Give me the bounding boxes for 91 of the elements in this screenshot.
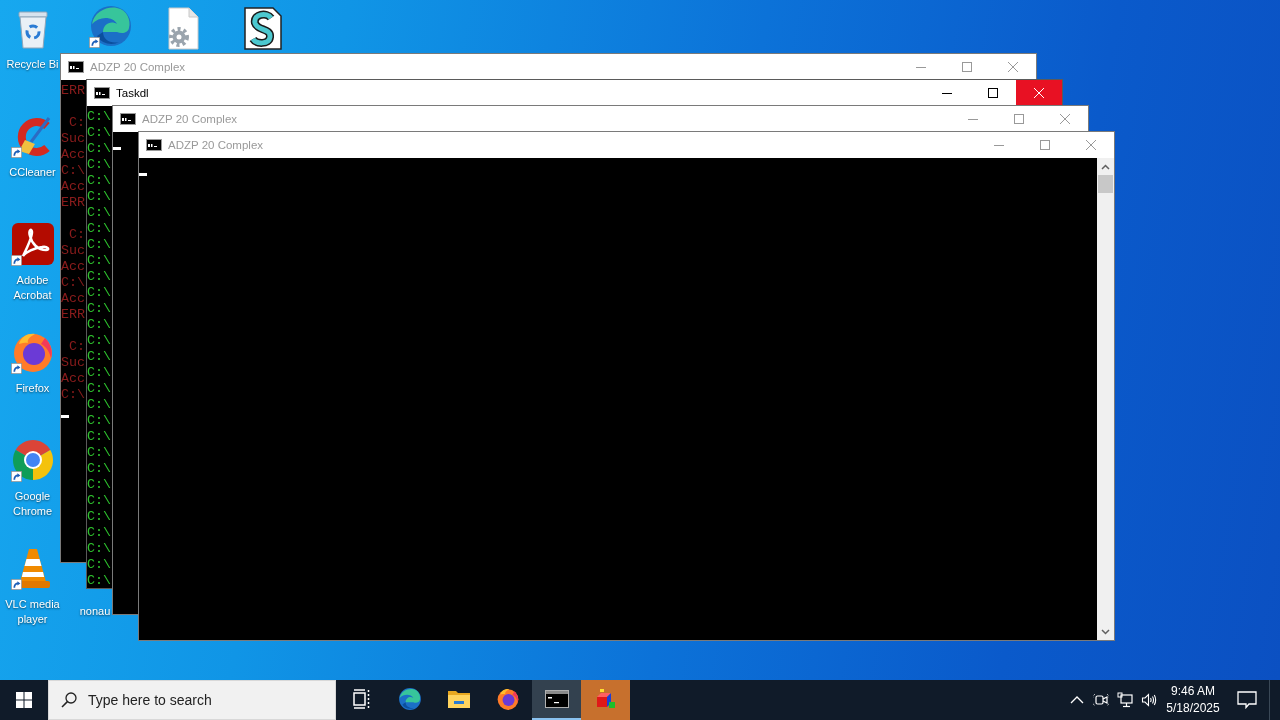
console-line: C:\ <box>61 275 85 291</box>
window-title: ADZP 20 Complex <box>168 139 264 151</box>
console-line: C:\ <box>87 189 111 205</box>
console-line: C:\ <box>87 205 111 221</box>
console-line: C:\ <box>87 157 111 173</box>
close-icon <box>1034 88 1044 98</box>
clock-date[interactable]: 5/18/2025 <box>1166 700 1220 717</box>
desktop-icon-label[interactable]: Recycle Bi <box>6 57 59 72</box>
swirl-logo-icon <box>397 687 422 711</box>
speech-bubble-icon <box>1237 691 1257 709</box>
console-line: C:\ <box>87 317 111 333</box>
swirl-logo-icon[interactable] <box>89 4 133 48</box>
terminal-icon <box>544 687 569 711</box>
terminal-icon <box>68 61 84 73</box>
desktop-icon-label[interactable]: nonau <box>79 604 111 619</box>
console-line: C:\ <box>87 381 111 397</box>
windows-logo-icon <box>16 692 32 708</box>
console-line: C:\ <box>87 573 111 589</box>
console-line: ERR <box>61 83 85 99</box>
console-line: C:\ <box>87 413 111 429</box>
search-icon <box>61 692 77 708</box>
terminal-icon <box>146 139 162 151</box>
desktop-icon-label[interactable]: Google Chrome <box>5 489 60 519</box>
network-icon <box>1117 692 1133 708</box>
acrobat-logo-icon[interactable] <box>10 222 55 266</box>
console-line: Acc <box>61 259 85 275</box>
console-line: C:\ <box>87 445 111 461</box>
console-line: Suc <box>61 355 85 371</box>
maximize-icon <box>1040 140 1050 150</box>
window-title: ADZP 20 Complex <box>142 113 238 125</box>
close-icon <box>1086 140 1096 150</box>
console-line: C: <box>68 115 85 131</box>
console-line: C: <box>68 227 85 243</box>
console-line: C:\ <box>87 397 111 413</box>
console-line: C:\ <box>61 163 85 179</box>
console-line: C:\ <box>87 141 111 157</box>
chrome-logo-icon[interactable] <box>10 438 55 482</box>
taskbar-button[interactable] <box>532 680 581 720</box>
console-line: C:\ <box>87 525 111 541</box>
console-line: C:\ <box>61 387 85 403</box>
console-line: C:\ <box>87 253 111 269</box>
window-title: Taskdl <box>116 87 149 99</box>
console-line: C:\ <box>87 333 111 349</box>
console-line: C:\ <box>87 557 111 573</box>
console-line: C:\ <box>87 173 111 189</box>
script-document-icon[interactable] <box>241 6 285 50</box>
scrollbar-thumb[interactable] <box>1098 175 1113 193</box>
console-line: C:\ <box>87 493 111 509</box>
console-line: C:\ <box>87 221 111 237</box>
console-line: C:\ <box>87 269 111 285</box>
close-icon <box>1060 114 1070 124</box>
scrollbar[interactable] <box>1097 158 1114 640</box>
volume-icon <box>1141 692 1157 708</box>
close-icon <box>1008 62 1018 72</box>
console-line: C: <box>68 339 85 355</box>
console-line: Suc <box>61 131 85 147</box>
console-line: Suc <box>61 243 85 259</box>
console-line: C:\ <box>87 509 111 525</box>
console-line: ERR <box>61 195 85 211</box>
console-line: C:\ <box>87 365 111 381</box>
clock-time[interactable]: 9:46 AM <box>1171 683 1215 700</box>
window-title: ADZP 20 Complex <box>90 61 186 73</box>
console-line: C:\ <box>87 461 111 477</box>
console-line: C:\ <box>87 541 111 557</box>
console-line: C:\ <box>87 477 111 493</box>
desktop-icon-label[interactable]: Firefox <box>15 381 50 396</box>
chevron-down-icon <box>1101 628 1110 635</box>
maximize-icon <box>1014 114 1024 124</box>
console-line: C:\ <box>87 349 111 365</box>
console-line: Acc <box>61 371 85 387</box>
console-line: C:\ <box>87 237 111 253</box>
chevron-up-icon <box>1101 163 1110 170</box>
maximize-icon <box>962 62 972 72</box>
console-line: Acc <box>61 147 85 163</box>
terminal-icon <box>94 87 110 99</box>
maximize-icon <box>988 88 998 98</box>
desktop-icon-label[interactable]: CCleaner <box>9 165 56 180</box>
desktop-icon-label[interactable]: VLC media player <box>5 597 60 627</box>
search-field[interactable]: Type here to search <box>48 680 336 720</box>
console-line: C:\ <box>87 125 111 141</box>
console-line: C:\ <box>87 109 111 125</box>
console-line: ERR <box>61 307 85 323</box>
camera-icon <box>1093 692 1109 708</box>
firefox-logo-icon <box>495 687 520 711</box>
console-line: C:\ <box>87 285 111 301</box>
desktop-icon-label[interactable]: Adobe Acrobat <box>5 273 60 303</box>
terminal-icon <box>120 113 136 125</box>
console-line: Acc <box>61 179 85 195</box>
console-line: C:\ <box>87 301 111 317</box>
console-line: Acc <box>61 291 85 307</box>
console-line: C:\ <box>87 429 111 445</box>
